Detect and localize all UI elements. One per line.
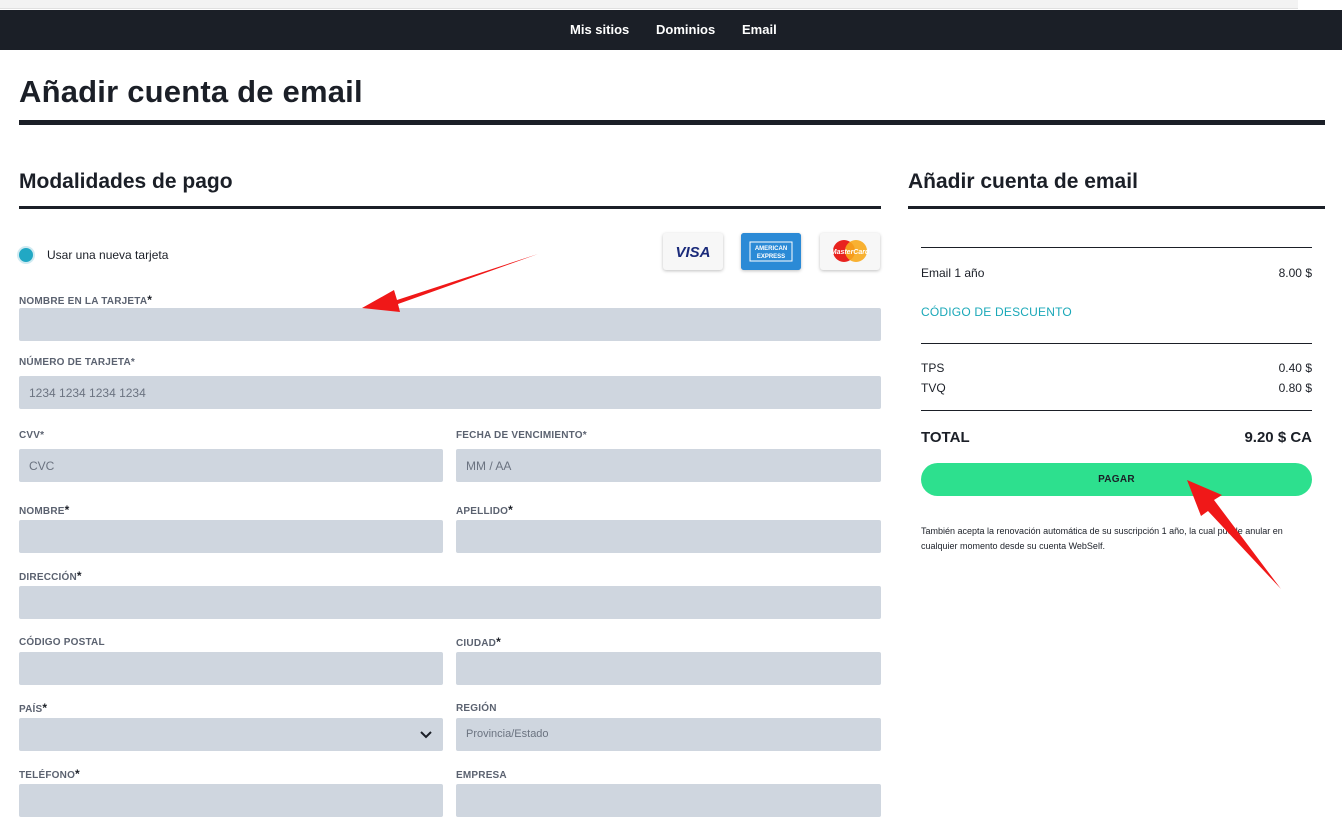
browser-top-strip (0, 0, 1342, 10)
pay-button[interactable]: PAGAR (921, 463, 1312, 496)
nav-email[interactable]: Email (742, 22, 777, 37)
summary-line-top (921, 247, 1312, 248)
country-select[interactable] (19, 718, 443, 751)
address-label: DIRECCIÓN* (19, 569, 82, 583)
region-label: REGIÓN (456, 703, 497, 714)
card-number-label: NÚMERO DE TARJETA* (19, 357, 136, 368)
payment-heading: Modalidades de pago (19, 170, 233, 193)
svg-text:EXPRESS: EXPRESS (757, 254, 785, 260)
visa-card-icon: VISA (663, 233, 723, 270)
region-placeholder: Provincia/Estado (466, 728, 549, 740)
top-navbar: Mis sitios Dominios Email (0, 10, 1342, 50)
postal-code-label: CÓDIGO POSTAL (19, 637, 105, 648)
total-row: TOTAL 9.20 $ CA (921, 429, 1312, 446)
first-name-label: NOMBRE* (19, 503, 70, 517)
last-name-input[interactable] (456, 520, 881, 553)
browser-bar (0, 0, 1298, 9)
nav-dominios[interactable]: Dominios (656, 22, 715, 37)
company-input[interactable] (456, 784, 881, 817)
tax-label: TPS (921, 361, 945, 375)
summary-item-price: 8.00 $ (1278, 266, 1312, 280)
chevron-down-icon (420, 731, 432, 739)
summary-line-mid (921, 343, 1312, 344)
discount-code-link[interactable]: CÓDIGO DE DESCUENTO (921, 305, 1072, 319)
summary-line-bottom (921, 410, 1312, 411)
expiry-placeholder: MM / AA (466, 459, 512, 473)
total-value: 9.20 $ CA (1244, 429, 1312, 446)
page-title: Añadir cuenta de email (19, 74, 363, 109)
cvv-input[interactable]: CVC (19, 449, 443, 482)
new-card-option-label[interactable]: Usar una nueva tarjeta (47, 248, 168, 262)
summary-divider (908, 206, 1325, 209)
last-name-label: APELLIDO* (456, 503, 514, 517)
tax-row-tps: TPS 0.40 $ (921, 361, 1312, 375)
annotation-arrows (362, 254, 1281, 589)
cvv-label: CVV* (19, 430, 45, 441)
total-label: TOTAL (921, 429, 970, 446)
renewal-notice: También acepta la renovación automática … (921, 526, 1283, 551)
summary-heading: Añadir cuenta de email (908, 170, 1138, 193)
mastercard-icon: MasterCard (820, 233, 880, 270)
region-input[interactable]: Provincia/Estado (456, 718, 881, 751)
svg-text:MasterCard: MasterCard (831, 249, 870, 256)
card-number-placeholder: 1234 1234 1234 1234 (29, 386, 146, 400)
country-label: PAÍS* (19, 701, 48, 715)
city-input[interactable] (456, 652, 881, 685)
phone-input[interactable] (19, 784, 443, 817)
postal-code-input[interactable] (19, 652, 443, 685)
card-number-input[interactable]: 1234 1234 1234 1234 (19, 376, 881, 409)
summary-item-label: Email 1 año (921, 266, 985, 280)
address-input[interactable] (19, 586, 881, 619)
cvv-placeholder: CVC (29, 459, 55, 473)
tax-row-tvq: TVQ 0.80 $ (921, 381, 1312, 395)
summary-item-row: Email 1 año 8.00 $ (921, 266, 1312, 280)
card-name-label: NOMBRE EN LA TARJETA* (19, 293, 153, 307)
expiry-label: FECHA DE VENCIMIENTO* (456, 430, 587, 441)
expiry-input[interactable]: MM / AA (456, 449, 881, 482)
card-name-input[interactable] (19, 308, 881, 341)
visa-text: VISA (675, 244, 710, 261)
company-label: EMPRESA (456, 770, 507, 781)
svg-text:AMERICAN: AMERICAN (755, 246, 787, 252)
title-divider (19, 120, 1325, 125)
city-label: CIUDAD* (456, 635, 501, 649)
payment-divider (19, 206, 881, 209)
tax-value: 0.80 $ (1278, 381, 1312, 395)
phone-label: TELÉFONO* (19, 767, 80, 781)
first-name-input[interactable] (19, 520, 443, 553)
amex-card-icon: AMERICAN EXPRESS (741, 233, 801, 270)
tax-label: TVQ (921, 381, 946, 395)
nav-mis-sitios[interactable]: Mis sitios (570, 22, 629, 37)
tax-value: 0.40 $ (1278, 361, 1312, 375)
annotation-arrow (362, 254, 538, 312)
radio-selected-icon[interactable] (19, 248, 33, 262)
